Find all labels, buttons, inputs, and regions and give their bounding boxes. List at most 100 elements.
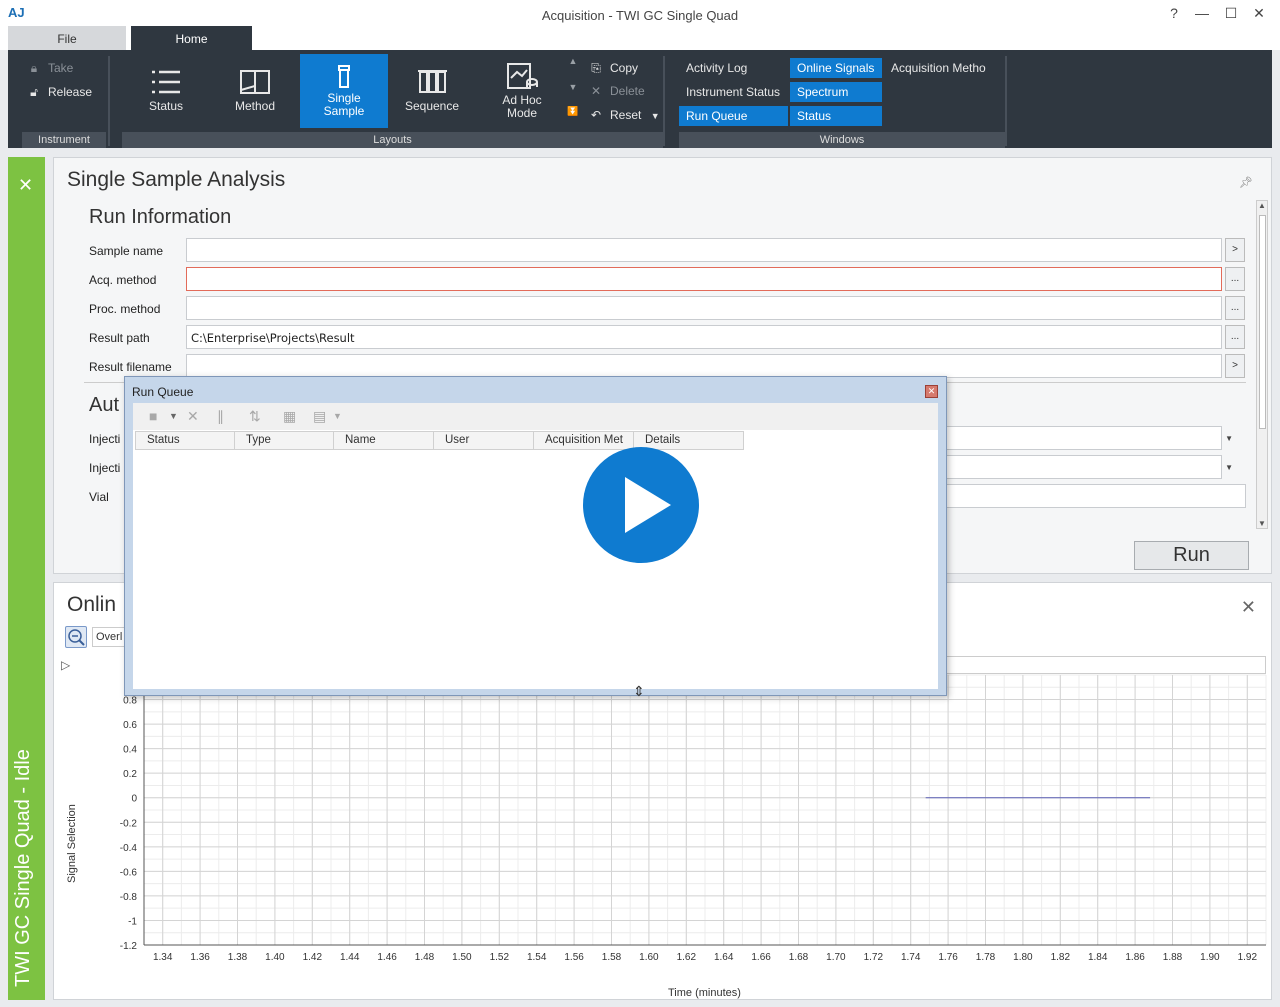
y-tick-label: -0.8 [120, 892, 138, 903]
run-queue-dialog: Run Queue ✕ ■ ▼ ✕ ∥ ⇅ ▦ ▤ ▼ Status Type … [124, 376, 947, 699]
sample-name-input[interactable] [186, 238, 1222, 262]
group-label-instrument: Instrument [22, 132, 106, 148]
window-online-signals[interactable]: Online Signals [790, 58, 882, 78]
result-path-input[interactable]: C:\Enterprise\Projects\Result [186, 325, 1222, 349]
window-title: Acquisition - TWI GC Single Quad [541, 8, 739, 23]
y-tick-label: 0.4 [123, 745, 137, 756]
tab-file[interactable]: File [8, 26, 126, 50]
delete-button[interactable]: ✕ Delete [588, 81, 645, 101]
pin-icon[interactable]: 📌︎ [1239, 176, 1253, 189]
window-run-queue[interactable]: Run Queue [679, 106, 788, 126]
expand-gallery-icon[interactable]: ⏬ [567, 106, 579, 117]
layout-gallery-scroll[interactable]: ▲ ▼ ⏬ [567, 56, 579, 126]
copy-button[interactable]: ⎘ Copy [588, 58, 638, 78]
ribbon-separator [663, 56, 665, 146]
dialog-title: Run Queue [132, 385, 194, 399]
x-tick-label: 1.86 [1125, 952, 1145, 963]
status-layout-label: Status [148, 99, 184, 113]
chevron-down-icon[interactable]: ▼ [1225, 434, 1233, 443]
chevron-down-icon[interactable]: ▼ [333, 411, 342, 421]
x-tick-label: 1.50 [452, 952, 472, 963]
window-spectrum[interactable]: Spectrum [790, 82, 882, 102]
take-button[interactable]: 🔒︎ Take [26, 58, 74, 78]
column-status[interactable]: Status [135, 431, 235, 450]
x-tick-label: 1.38 [228, 952, 248, 963]
close-icon[interactable]: ✕ [18, 175, 33, 196]
copy-icon: ⎘ [591, 61, 601, 75]
scrollbar-thumb[interactable] [1259, 215, 1266, 429]
single-sample-layout-button[interactable]: Single Sample [300, 54, 388, 128]
method-layout-button[interactable]: Method [211, 54, 299, 128]
chevron-down-icon[interactable]: ▼ [1225, 463, 1233, 472]
column-type[interactable]: Type [234, 431, 334, 450]
x-tick-label: 1.46 [377, 952, 397, 963]
run-button[interactable]: Run [1134, 541, 1249, 570]
y-tick-label: 0.2 [123, 769, 137, 780]
x-tick-label: 1.84 [1088, 952, 1108, 963]
chevron-up-icon[interactable]: ▲ [567, 56, 579, 66]
window-status[interactable]: Status [790, 106, 882, 126]
title-bar: AJ Acquisition - TWI GC Single Quad ? — … [0, 0, 1280, 28]
status-layout-button[interactable]: Status [122, 54, 210, 128]
chevron-down-icon[interactable]: ▼ [1258, 519, 1266, 528]
x-axis-label: Time (minutes) [668, 987, 741, 999]
acq-method-browse-button[interactable]: ... [1225, 267, 1245, 291]
proc-method-input[interactable] [186, 296, 1222, 320]
x-tick-label: 1.82 [1051, 952, 1071, 963]
ad-hoc-label-2: Mode [506, 106, 538, 120]
window-activity-log[interactable]: Activity Log [679, 58, 779, 78]
undo-icon: ↶ [590, 108, 602, 122]
instrument-side-tab[interactable]: ✕ TWI GC Single Quad - Idle [8, 157, 45, 1000]
minimize-button[interactable]: — [1191, 4, 1213, 22]
chevron-down-icon[interactable]: ▼ [169, 411, 178, 421]
move-icon[interactable]: ⇅ [249, 408, 261, 425]
x-tick-label: 1.66 [751, 952, 771, 963]
play-icon[interactable] [583, 447, 699, 563]
cancel-icon[interactable]: ✕ [187, 408, 199, 425]
instrument-status-label: TWI GC Single Quad - Idle [12, 749, 34, 987]
vials-icon [418, 70, 447, 93]
x-tick-label: 1.72 [864, 952, 884, 963]
window-instrument-status[interactable]: Instrument Status [679, 82, 789, 102]
ribbon-separator [1005, 56, 1007, 146]
close-icon[interactable]: ✕ [925, 385, 938, 398]
result-path-browse-button[interactable]: ... [1225, 325, 1245, 349]
x-tick-label: 1.58 [602, 952, 622, 963]
stop-icon[interactable]: ■ [149, 408, 157, 424]
vial-icon [338, 65, 350, 88]
unlock-icon: 🔓︎ [30, 85, 38, 99]
column-user[interactable]: User [433, 431, 534, 450]
result-filename-label: Result filename [89, 360, 172, 374]
queue-options-icon[interactable]: ▤ [313, 408, 326, 425]
tab-home[interactable]: Home [131, 26, 252, 50]
y-tick-label: -0.4 [120, 843, 138, 854]
sample-name-button[interactable]: > [1225, 238, 1245, 262]
help-button[interactable]: ? [1163, 4, 1185, 22]
close-button[interactable]: ✕ [1248, 4, 1270, 22]
run-queue-toolbar: ■ ▼ ✕ ∥ ⇅ ▦ ▤ ▼ [133, 403, 938, 430]
chevron-down-icon[interactable]: ▼ [567, 82, 579, 92]
copy-label: Copy [610, 61, 639, 75]
pause-icon[interactable]: ∥ [217, 408, 224, 425]
ad-hoc-mode-button[interactable]: Ad Hoc Mode [478, 54, 566, 128]
result-filename-input[interactable] [186, 354, 1222, 378]
y-tick-label: -0.6 [120, 867, 138, 878]
reset-button[interactable]: ↶ Reset ▼ [588, 105, 660, 125]
vial-label: Vial [89, 490, 109, 504]
ribbon: 🔒︎ Take 🔓︎ Release Instrument Status Metho… [8, 50, 1272, 148]
single-sample-label-2: Sample [323, 104, 365, 118]
resize-handle-icon[interactable]: ⇕ [633, 683, 645, 700]
queue-view-icon[interactable]: ▦ [283, 408, 296, 425]
chevron-up-icon[interactable]: ▲ [1258, 201, 1266, 210]
column-name[interactable]: Name [333, 431, 434, 450]
result-filename-button[interactable]: > [1225, 354, 1245, 378]
release-button[interactable]: 🔓︎ Release [26, 82, 92, 102]
form-scrollbar[interactable]: ▲ ▼ [1256, 200, 1268, 529]
x-tick-label: 1.52 [490, 952, 510, 963]
proc-method-browse-button[interactable]: ... [1225, 296, 1245, 320]
sequence-layout-button[interactable]: Sequence [388, 54, 476, 128]
maximize-button[interactable]: ☐ [1220, 4, 1242, 22]
window-acquisition-method[interactable]: Acquisition Metho [884, 58, 994, 78]
acq-method-input[interactable] [186, 267, 1222, 291]
group-label-layouts: Layouts [122, 132, 663, 148]
